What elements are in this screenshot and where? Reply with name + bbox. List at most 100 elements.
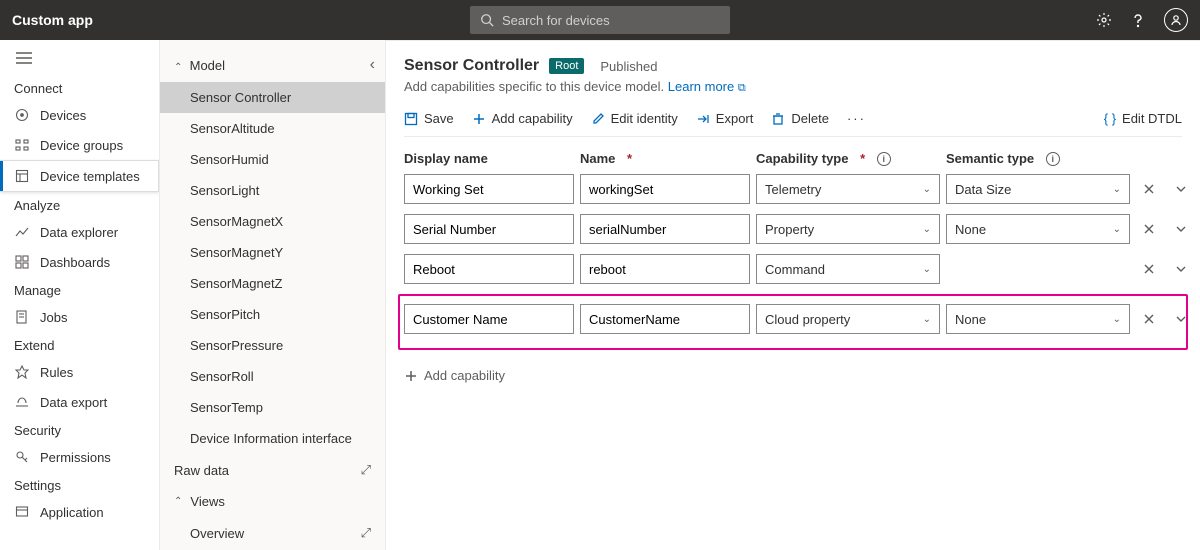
toolbar: Save Add capability Edit identity Export… bbox=[404, 97, 1182, 137]
raw-data-header[interactable]: Raw data ⤢ bbox=[160, 454, 385, 486]
model-item[interactable]: SensorPitch bbox=[160, 299, 385, 330]
expand-icon[interactable]: ⤢ bbox=[361, 525, 371, 541]
capability-type-select[interactable]: Cloud property⌄ bbox=[756, 304, 940, 334]
model-item[interactable]: SensorTemp bbox=[160, 392, 385, 423]
add-capability-button[interactable]: Add capability bbox=[472, 111, 573, 126]
sidebar-label: Application bbox=[40, 505, 104, 520]
model-item[interactable]: SensorMagnetZ bbox=[160, 268, 385, 299]
help-icon[interactable] bbox=[1130, 12, 1146, 28]
avatar[interactable] bbox=[1164, 8, 1188, 32]
model-panel: ⌃ Model ‹ Sensor Controller SensorAltitu… bbox=[160, 40, 386, 550]
model-item[interactable]: SensorMagnetY bbox=[160, 237, 385, 268]
search-input[interactable] bbox=[502, 13, 720, 28]
sidebar-item-device-groups[interactable]: Device groups bbox=[0, 130, 159, 160]
sidebar-item-dashboards[interactable]: Dashboards bbox=[0, 247, 159, 277]
model-item-overview[interactable]: Overview ⤢ bbox=[160, 517, 385, 549]
capability-type-select[interactable]: Command⌄ bbox=[756, 254, 940, 284]
raw-data-label: Raw data bbox=[174, 463, 229, 478]
edit-identity-button[interactable]: Edit identity bbox=[591, 111, 678, 126]
search-container[interactable] bbox=[470, 6, 730, 34]
delete-label: Delete bbox=[791, 111, 829, 126]
name-input[interactable] bbox=[580, 174, 750, 204]
chevron-down-icon: ⌄ bbox=[1113, 314, 1121, 325]
page-description: Add capabilities specific to this device… bbox=[404, 79, 1182, 95]
semantic-type-select[interactable]: None⌄ bbox=[946, 304, 1130, 334]
model-item[interactable]: SensorPressure bbox=[160, 330, 385, 361]
model-item[interactable]: SensorHumid bbox=[160, 144, 385, 175]
delete-row-button[interactable] bbox=[1136, 223, 1162, 235]
model-item-sensor-controller[interactable]: Sensor Controller bbox=[160, 82, 385, 113]
capability-row: Cloud property⌄None⌄ bbox=[404, 304, 1182, 334]
data-export-icon bbox=[14, 394, 30, 410]
sidebar-item-device-templates[interactable]: Device templates bbox=[0, 160, 159, 192]
sidebar-item-devices[interactable]: Devices bbox=[0, 100, 159, 130]
info-icon[interactable]: i bbox=[1046, 152, 1060, 166]
model-item[interactable]: SensorLight bbox=[160, 175, 385, 206]
name-input[interactable] bbox=[580, 304, 750, 334]
capability-type-select[interactable]: Telemetry⌄ bbox=[756, 174, 940, 204]
chevron-down-icon: ⌄ bbox=[923, 314, 931, 325]
sidebar-item-jobs[interactable]: Jobs bbox=[0, 302, 159, 332]
sidebar-item-data-export[interactable]: Data export bbox=[0, 387, 159, 417]
permissions-icon bbox=[14, 449, 30, 465]
expand-row-button[interactable] bbox=[1168, 263, 1194, 275]
model-header[interactable]: ⌃ Model ‹ bbox=[160, 48, 385, 82]
expand-row-button[interactable] bbox=[1168, 313, 1194, 325]
add-capability-inline-label: Add capability bbox=[424, 368, 505, 383]
sidebar-item-data-explorer[interactable]: Data explorer bbox=[0, 217, 159, 247]
chevron-down-icon: ⌄ bbox=[923, 184, 931, 195]
devices-icon bbox=[14, 107, 30, 123]
edit-dtdl-label: Edit DTDL bbox=[1122, 111, 1182, 126]
back-chevron-icon[interactable]: ‹ bbox=[370, 56, 375, 74]
application-icon bbox=[14, 504, 30, 520]
edit-identity-label: Edit identity bbox=[611, 111, 678, 126]
display-name-input[interactable] bbox=[404, 214, 574, 244]
sidebar-item-application[interactable]: Application bbox=[0, 497, 159, 527]
display-name-input[interactable] bbox=[404, 254, 574, 284]
learn-more-link[interactable]: Learn more ⧉ bbox=[668, 79, 746, 94]
name-input[interactable] bbox=[580, 254, 750, 284]
expand-icon[interactable]: ⤢ bbox=[361, 462, 371, 478]
delete-row-button[interactable] bbox=[1136, 183, 1162, 195]
save-button[interactable]: Save bbox=[404, 111, 454, 126]
capability-row: Telemetry⌄Data Size⌄ bbox=[404, 174, 1182, 204]
expand-row-button[interactable] bbox=[1168, 183, 1194, 195]
delete-row-button[interactable] bbox=[1136, 313, 1162, 325]
delete-row-button[interactable] bbox=[1136, 263, 1162, 275]
chevron-down-icon: ⌄ bbox=[923, 224, 931, 235]
model-item[interactable]: Device Information interface bbox=[160, 423, 385, 454]
add-capability-inline[interactable]: Add capability bbox=[404, 358, 1182, 393]
sidebar-label: Permissions bbox=[40, 450, 111, 465]
display-name-input[interactable] bbox=[404, 174, 574, 204]
page-title: Sensor Controller bbox=[404, 57, 539, 75]
expand-row-button[interactable] bbox=[1168, 223, 1194, 235]
sidebar-item-rules[interactable]: Rules bbox=[0, 357, 159, 387]
sidebar-item-permissions[interactable]: Permissions bbox=[0, 442, 159, 472]
save-label: Save bbox=[424, 111, 454, 126]
model-label: Model bbox=[190, 58, 225, 73]
views-header[interactable]: ⌃ Views bbox=[160, 486, 385, 517]
info-icon[interactable]: i bbox=[877, 152, 891, 166]
model-item[interactable]: SensorAltitude bbox=[160, 113, 385, 144]
semantic-type-select[interactable]: Data Size⌄ bbox=[946, 174, 1130, 204]
model-item[interactable]: SensorRoll bbox=[160, 361, 385, 392]
hamburger-menu-icon[interactable] bbox=[0, 44, 159, 75]
export-button[interactable]: Export bbox=[696, 111, 754, 126]
add-capability-label: Add capability bbox=[492, 111, 573, 126]
semantic-type-select[interactable]: None⌄ bbox=[946, 214, 1130, 244]
capability-type-select[interactable]: Property⌄ bbox=[756, 214, 940, 244]
display-name-input[interactable] bbox=[404, 304, 574, 334]
model-item[interactable]: SensorMagnetX bbox=[160, 206, 385, 237]
edit-dtdl-button[interactable]: { } Edit DTDL bbox=[1104, 111, 1182, 126]
sidebar-section-extend: Extend bbox=[0, 332, 159, 357]
capability-grid: Display name Name * Capability type * i … bbox=[404, 151, 1182, 393]
sidebar-label: Devices bbox=[40, 108, 86, 123]
sidebar-label: Data explorer bbox=[40, 225, 118, 240]
sidebar-label: Data export bbox=[40, 395, 107, 410]
sidebar-label: Jobs bbox=[40, 310, 67, 325]
capability-row: Command⌄ bbox=[404, 254, 1182, 284]
more-button[interactable]: ··· bbox=[847, 111, 866, 126]
delete-button[interactable]: Delete bbox=[771, 111, 829, 126]
name-input[interactable] bbox=[580, 214, 750, 244]
settings-gear-icon[interactable] bbox=[1096, 12, 1112, 28]
